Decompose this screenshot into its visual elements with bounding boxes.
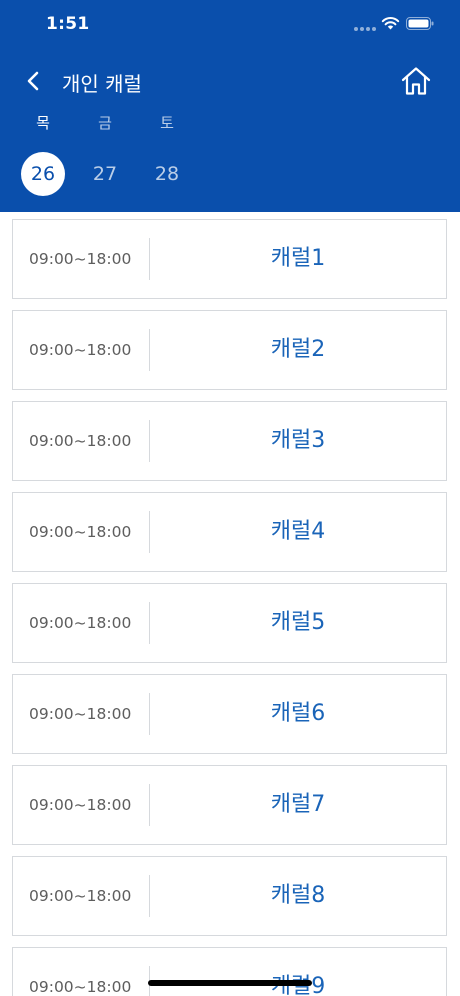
- status-time: 1:51: [46, 14, 90, 34]
- carol-card[interactable]: 09:00~18:00 캐럴2: [12, 310, 447, 390]
- carol-name: 캐럴5: [270, 610, 326, 635]
- back-button[interactable]: [18, 64, 48, 98]
- carol-card[interactable]: 09:00~18:00 캐럴5: [12, 583, 447, 663]
- carol-time: 09:00~18:00: [29, 523, 132, 541]
- page-title: 개인 캐럴: [62, 72, 142, 96]
- cellular-signal-icon: [354, 27, 376, 31]
- home-indicator[interactable]: [148, 980, 312, 986]
- date-26-selected[interactable]: 26: [21, 152, 65, 196]
- header: 1:51 개인 캐럴 목 금 토 26 27 28: [0, 0, 460, 212]
- carol-time: 09:00~18:00: [29, 978, 132, 996]
- carol-name: 캐럴3: [270, 428, 326, 453]
- carol-time: 09:00~18:00: [29, 796, 132, 814]
- carol-name: 캐럴8: [270, 883, 326, 908]
- wifi-icon: [381, 17, 400, 30]
- carol-name: 캐럴4: [270, 519, 326, 544]
- carol-name: 캐럴9: [150, 948, 446, 996]
- nav-bar: 개인 캐럴: [0, 58, 460, 104]
- status-bar: 1:51: [0, 0, 460, 50]
- weekday-label: 금: [98, 114, 112, 132]
- carol-name: 캐럴1: [270, 246, 326, 271]
- carol-list: 09:00~18:00 캐럴1 09:00~18:00 캐럴2 09:00~18…: [12, 219, 447, 996]
- carol-card[interactable]: 09:00~18:00 캐럴6: [12, 674, 447, 754]
- carol-name: 캐럴7: [270, 792, 326, 817]
- carol-card[interactable]: 09:00~18:00 캐럴7: [12, 765, 447, 845]
- home-button[interactable]: [397, 63, 435, 99]
- carol-card[interactable]: 09:00~18:00 캐럴8: [12, 856, 447, 936]
- carol-time: 09:00~18:00: [29, 341, 132, 359]
- carol-name: 캐럴6: [270, 701, 326, 726]
- date-27[interactable]: 27: [83, 152, 127, 196]
- weekday-label: 토: [160, 114, 174, 132]
- battery-icon: [406, 17, 434, 30]
- carol-time: 09:00~18:00: [29, 887, 132, 905]
- carol-time: 09:00~18:00: [29, 705, 132, 723]
- date-28[interactable]: 28: [145, 152, 189, 196]
- home-icon: [401, 67, 431, 95]
- date-selector: 26 27 28: [0, 152, 460, 196]
- carol-card[interactable]: 09:00~18:00 캐럴4: [12, 492, 447, 572]
- carol-card[interactable]: 09:00~18:00 캐럴1: [12, 219, 447, 299]
- carol-time: 09:00~18:00: [29, 250, 132, 268]
- weekday-label: 목: [36, 114, 50, 132]
- carol-card[interactable]: 09:00~18:00 캐럴3: [12, 401, 447, 481]
- carol-name: 캐럴2: [270, 337, 326, 362]
- carol-card[interactable]: 09:00~18:00 캐럴9: [12, 947, 447, 996]
- chevron-left-icon: [27, 71, 39, 91]
- carol-time: 09:00~18:00: [29, 432, 132, 450]
- weekday-row: 목 금 토: [0, 112, 460, 136]
- carol-time: 09:00~18:00: [29, 614, 132, 632]
